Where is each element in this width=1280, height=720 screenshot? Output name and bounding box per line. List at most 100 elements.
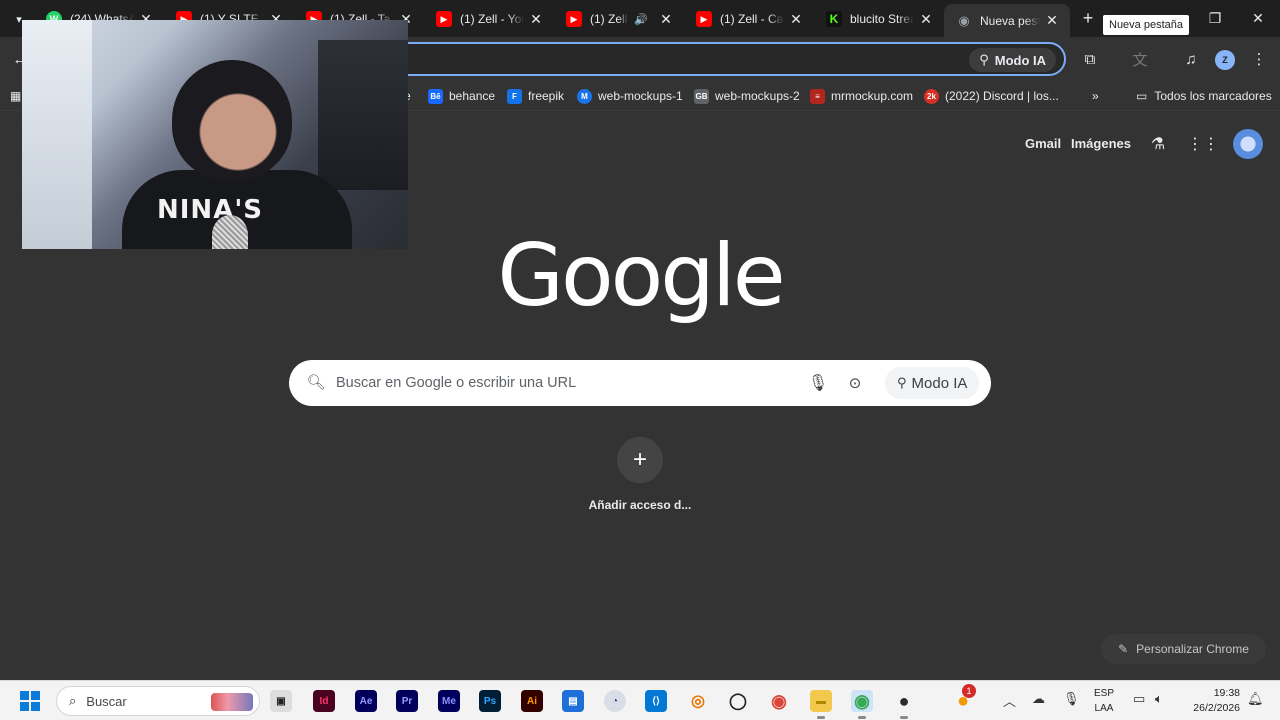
apps-grid-icon[interactable]: ▦ xyxy=(10,87,21,105)
speaker-icon[interactable]: 🔊 xyxy=(634,13,648,26)
illustrator-icon[interactable]: Ai xyxy=(521,690,543,712)
vscode-icon[interactable]: ⟨⟩ xyxy=(645,690,667,712)
media-controls-icon[interactable]: ♫ xyxy=(1181,49,1201,69)
omnibox-ai-mode-button[interactable]: ⚲ Modo IA xyxy=(969,48,1056,72)
store-icon[interactable]: ▤ xyxy=(562,690,584,712)
windows-start-icon[interactable] xyxy=(20,691,40,711)
folder-icon: ▭ xyxy=(1136,89,1148,103)
extensions-icon[interactable]: ⧉ xyxy=(1080,49,1100,69)
blender-icon[interactable]: ◎ xyxy=(687,690,709,712)
close-window-icon[interactable]: ✕ xyxy=(1249,9,1267,27)
new-tab-button[interactable]: + xyxy=(1078,8,1098,28)
close-icon[interactable]: ✕ xyxy=(788,11,804,28)
shelf-background xyxy=(318,40,408,190)
tab-new-tab-active[interactable]: ◉ Nueva pestaña ✕ xyxy=(944,4,1070,37)
microphone-icon[interactable]: 🎙︎ xyxy=(808,373,828,393)
tab-title: blucito Strea xyxy=(850,12,914,26)
cinema4d-icon[interactable]: ◔ xyxy=(604,690,626,712)
all-bookmarks-label: Todos los marcadores xyxy=(1154,89,1272,103)
close-icon[interactable]: ✕ xyxy=(528,11,544,28)
system-clock[interactable]: 19:38 26/2/2026 xyxy=(1182,686,1240,716)
volume-icon[interactable]: 🔈︎ xyxy=(1155,691,1163,707)
bookmark-discord[interactable]: 2k (2022) Discord | los... xyxy=(924,87,1059,105)
photoshop-icon[interactable]: Ps xyxy=(479,690,501,712)
bookmark-behance[interactable]: Bē behance xyxy=(428,87,495,105)
tray-microphone-icon[interactable]: 🎙︎ xyxy=(1063,691,1080,707)
profile-avatar[interactable]: Z xyxy=(1215,50,1235,70)
mockups-icon: M xyxy=(577,88,592,104)
bookmark-label: freepik xyxy=(528,89,565,103)
language-indicator[interactable]: ESP LAA xyxy=(1094,686,1114,716)
add-shortcut-label[interactable]: Añadir acceso d... xyxy=(560,498,720,512)
google-logo: Google xyxy=(497,226,785,326)
customize-chrome-button[interactable]: ✎ Personalizar Chrome xyxy=(1101,634,1266,664)
all-bookmarks-button[interactable]: ▭ Todos los marcadores xyxy=(1136,87,1272,105)
tab-youtube-4[interactable]: ▶ (1) Zell - 🔊 ✕ xyxy=(554,4,684,34)
bookmark-freepik[interactable]: F freepik xyxy=(507,87,564,105)
tab-youtube-3[interactable]: ▶ (1) Zell - You ✕ xyxy=(424,4,554,34)
close-icon[interactable]: ✕ xyxy=(918,11,934,28)
premiere-icon[interactable]: Pr xyxy=(396,690,418,712)
mockups-icon: GB xyxy=(694,88,709,104)
youtube-icon: ▶ xyxy=(696,11,712,27)
media-encoder-icon[interactable]: Me xyxy=(438,690,460,712)
whiteboard-background xyxy=(22,20,92,249)
after-effects-icon[interactable]: Ae xyxy=(355,690,377,712)
bookmark-mrmockup[interactable]: ≡ mrmockup.com xyxy=(810,87,913,105)
ai-mode-button[interactable]: ⚲ Modo IA xyxy=(885,367,980,399)
clock-time: 19:38 xyxy=(1213,687,1240,699)
ntp-search-box[interactable]: 🔍︎ 🎙︎ ⊙ ⚲ Modo IA xyxy=(289,360,991,406)
minimize-icon[interactable]: ─ xyxy=(1167,9,1185,27)
search-input[interactable] xyxy=(336,372,756,394)
notifications-icon[interactable]: 🔔︎ xyxy=(1247,691,1264,707)
keyboard-layout: LAA xyxy=(1094,703,1114,714)
clock-date: 26/2/2026 xyxy=(1193,702,1240,714)
task-view-icon[interactable]: ▣ xyxy=(270,690,292,712)
tab-title: Nueva pestaña xyxy=(980,13,1040,28)
notification-badge: 1 xyxy=(962,684,976,698)
tab-kick[interactable]: K blucito Strea ✕ xyxy=(814,4,944,34)
close-icon[interactable]: ✕ xyxy=(658,11,674,28)
obs-icon[interactable]: ● xyxy=(893,690,915,719)
taskbar-search-label: Buscar xyxy=(86,693,127,709)
customize-chrome-label: Personalizar Chrome xyxy=(1136,642,1249,656)
bookmark-label: web-mockups-2 xyxy=(715,89,800,103)
behance-icon: Bē xyxy=(428,88,443,104)
omnibox-ai-mode-label: Modo IA xyxy=(994,52,1046,68)
bookmark-label: (2022) Discord | los... xyxy=(945,89,1059,103)
indesign-icon[interactable]: Id xyxy=(313,690,335,712)
taskbar-search[interactable]: ⌕ Buscar xyxy=(56,686,260,716)
translate-icon[interactable]: 文 xyxy=(1130,49,1150,69)
language-code: ESP xyxy=(1094,688,1115,699)
bookmarks-overflow-icon[interactable]: » xyxy=(1092,87,1099,105)
labs-flask-icon[interactable]: ⚗ xyxy=(1148,134,1168,154)
bookmark-web-mockups-1[interactable]: M web-mockups-1 xyxy=(577,87,683,105)
restore-icon[interactable]: ❐ xyxy=(1206,9,1224,27)
bookmark-label: behance xyxy=(449,89,496,103)
bookmark-web-mockups-2[interactable]: GB web-mockups-2 xyxy=(694,87,800,105)
file-explorer-icon[interactable]: ▬ xyxy=(810,690,832,719)
search-app-icon[interactable]: ◯ xyxy=(727,690,749,712)
images-link[interactable]: Imágenes xyxy=(1071,136,1131,151)
close-icon[interactable]: ✕ xyxy=(1044,12,1060,29)
chrome-taskbar-icon[interactable]: ◉ xyxy=(768,690,790,712)
gmail-link[interactable]: Gmail xyxy=(1025,136,1061,151)
google-lens-icon[interactable]: ⊙ xyxy=(845,373,865,393)
chrome-active-icon[interactable]: ◉ xyxy=(851,690,873,719)
chrome-menu-icon[interactable]: ⋮ xyxy=(1249,49,1269,69)
chrome-icon: ◉ xyxy=(958,12,970,28)
search-highlight-image xyxy=(211,693,253,711)
mrmockup-icon: ≡ xyxy=(810,88,825,104)
ai-mode-label: Modo IA xyxy=(911,374,968,392)
youtube-icon: ▶ xyxy=(436,11,452,27)
tab-youtube-5[interactable]: ▶ (1) Zell - Car ✕ xyxy=(684,4,814,34)
display-icon[interactable]: ▭ xyxy=(1133,691,1145,707)
apps-grid-icon[interactable]: ⋮⋮ xyxy=(1187,134,1219,154)
windows-taskbar: ⌕ Buscar ▣ Id Ae Pr Me Ps Ai ▤ ◔ ⟨⟩ ◎ ◯ … xyxy=(0,680,1280,720)
account-avatar[interactable] xyxy=(1233,129,1263,159)
add-shortcut-button[interactable]: + xyxy=(617,437,663,483)
search-icon: 🔍︎ xyxy=(306,374,326,391)
cloud-offline-icon[interactable]: ☁ xyxy=(1032,691,1045,707)
tray-chevron-up-icon[interactable]: ︿ xyxy=(1003,691,1016,710)
person-head xyxy=(172,60,292,180)
